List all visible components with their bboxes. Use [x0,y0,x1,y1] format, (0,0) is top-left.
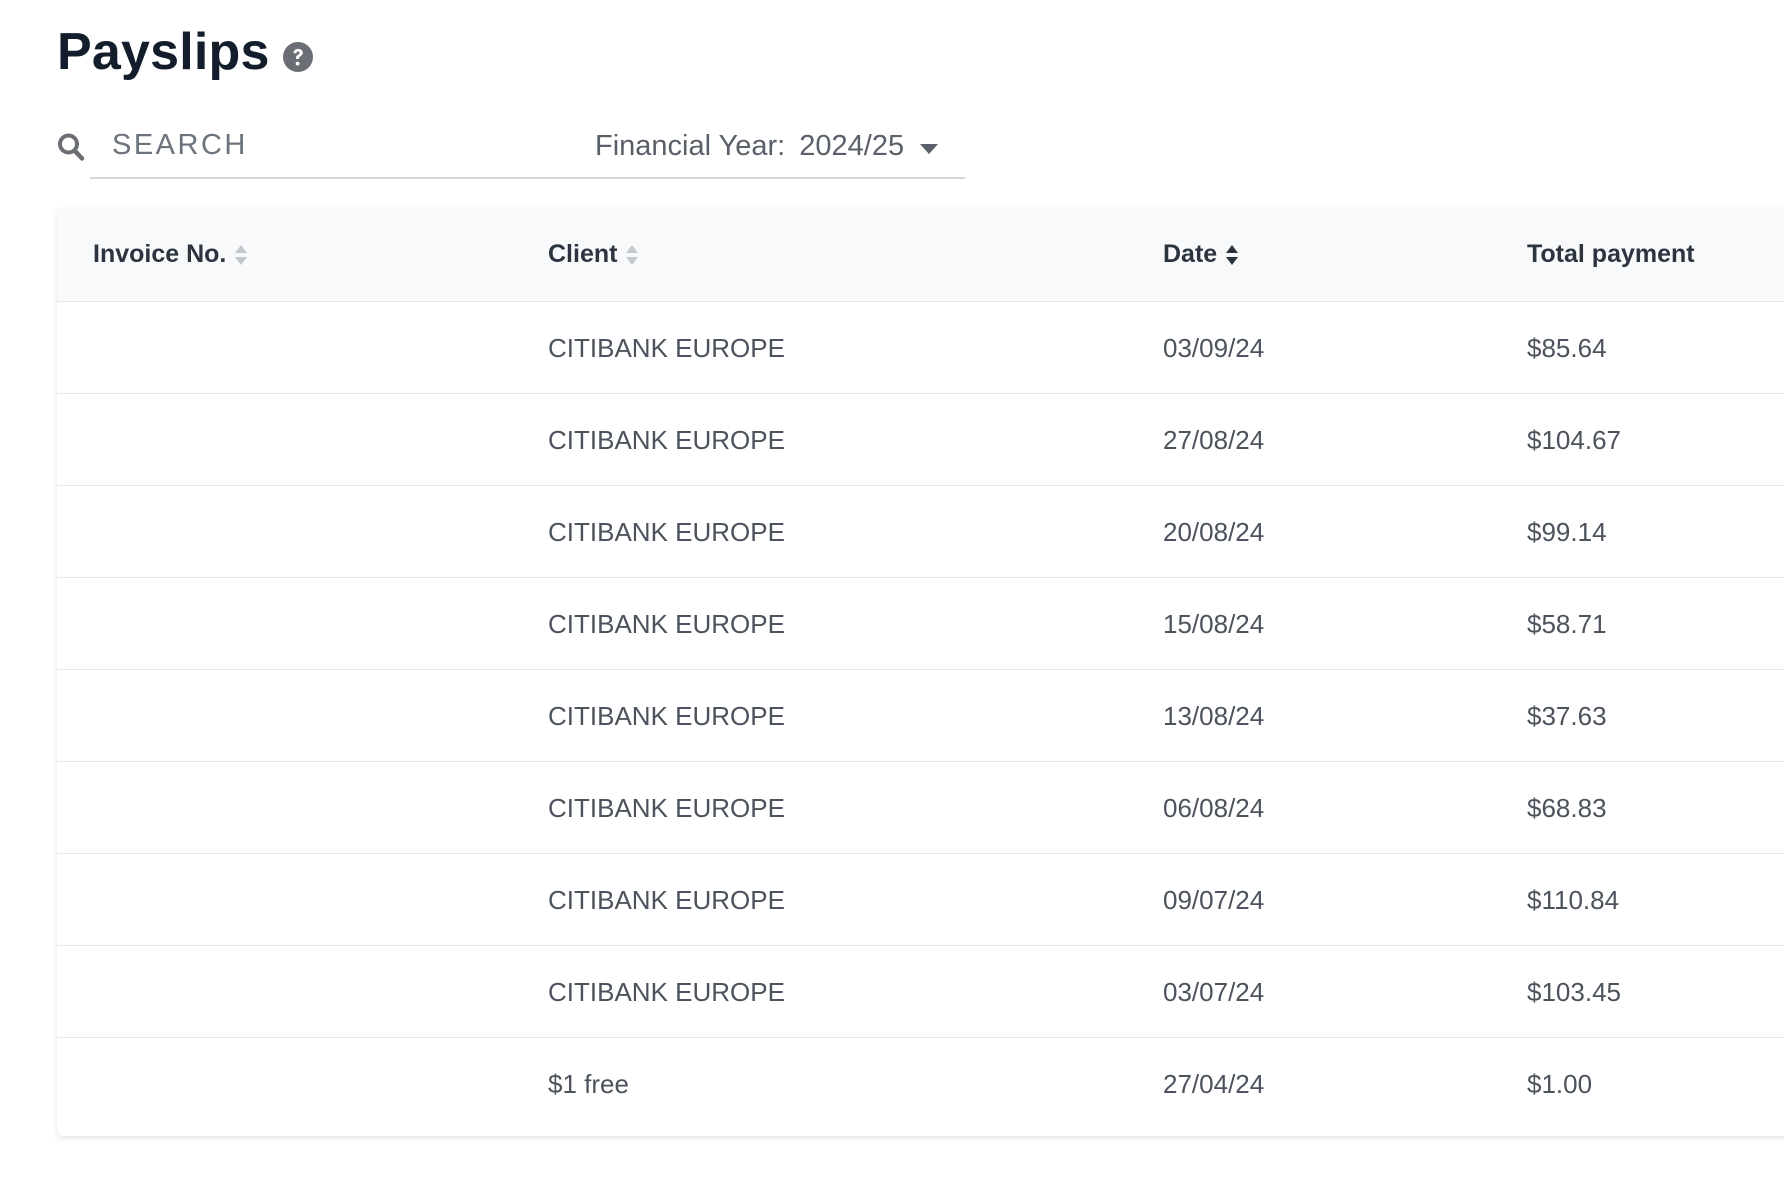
date-cell: 06/08/24 [1163,792,1265,823]
total-cell: $37.63 [1527,700,1607,731]
date-cell: 03/09/24 [1163,332,1265,363]
client-cell: $1 free [548,1068,629,1099]
financial-year-label: Financial Year: [595,129,786,162]
total-cell: $104.67 [1527,424,1621,455]
column-header-label: Total payment [1527,240,1695,268]
total-cell: $103.45 [1527,976,1621,1007]
table-row[interactable]: $1 free 27/04/24 $1.00 [57,1038,1784,1130]
table-header: Invoice No. Client Date Total payment [57,208,1784,302]
sort-icon [625,244,639,266]
date-cell: 03/07/24 [1163,976,1265,1007]
column-header-date[interactable]: Date [1163,208,1239,301]
date-cell: 15/08/24 [1163,608,1265,639]
client-cell: CITIBANK EUROPE [548,516,785,547]
chevron-down-icon [920,141,939,154]
client-cell: CITIBANK EUROPE [548,700,785,731]
column-header-label: Client [548,240,618,268]
search-field [90,115,610,179]
date-cell: 27/08/24 [1163,424,1265,455]
total-cell: $1.00 [1527,1068,1593,1099]
search-icon [57,131,85,163]
column-header-label: Date [1163,240,1218,268]
payslips-table: Invoice No. Client Date Total payment CI… [57,208,1784,1136]
date-cell: 27/04/24 [1163,1068,1265,1099]
table-row[interactable]: CITIBANK EUROPE 06/08/24 $68.83 [57,762,1784,854]
column-header-total: Total payment [1527,208,1695,301]
total-cell: $85.64 [1527,332,1607,363]
table-row[interactable]: CITIBANK EUROPE 13/08/24 $37.63 [57,670,1784,762]
toolbar: Financial Year: 2024/25 [57,115,977,181]
total-cell: $68.83 [1527,792,1607,823]
client-cell: CITIBANK EUROPE [548,332,785,363]
client-cell: CITIBANK EUROPE [548,884,785,915]
table-row[interactable]: CITIBANK EUROPE 03/07/24 $103.45 [57,946,1784,1038]
table-row[interactable]: CITIBANK EUROPE 27/08/24 $104.67 [57,394,1784,486]
title-row: Payslips [57,18,314,86]
search-input[interactable] [90,115,590,175]
date-cell: 09/07/24 [1163,884,1265,915]
table-row[interactable]: CITIBANK EUROPE 09/07/24 $110.84 [57,854,1784,946]
total-cell: $110.84 [1527,884,1620,915]
client-cell: CITIBANK EUROPE [548,792,785,823]
sort-icon [234,244,248,266]
table-row[interactable]: CITIBANK EUROPE 20/08/24 $99.14 [57,486,1784,578]
client-cell: CITIBANK EUROPE [548,608,785,639]
column-header-client[interactable]: Client [548,208,639,301]
financial-year-value: 2024/25 [799,129,905,162]
table-row[interactable]: CITIBANK EUROPE 15/08/24 $58.71 [57,578,1784,670]
payslips-page: Payslips Financial Year: 2024/25 [0,0,1784,1201]
column-header-invoice[interactable]: Invoice No. [93,208,248,301]
client-cell: CITIBANK EUROPE [548,424,785,455]
table-body: CITIBANK EUROPE 03/09/24 $85.64 CITIBANK… [57,302,1784,1130]
date-cell: 13/08/24 [1163,700,1265,731]
financial-year-select[interactable]: Financial Year: 2024/25 [581,115,965,179]
date-cell: 20/08/24 [1163,516,1265,547]
total-cell: $58.71 [1527,608,1607,639]
table-row[interactable]: CITIBANK EUROPE 03/09/24 $85.64 [57,302,1784,394]
sort-desc-icon [1225,244,1239,266]
client-cell: CITIBANK EUROPE [548,976,785,1007]
page-title: Payslips [57,23,270,81]
column-header-label: Invoice No. [93,240,227,268]
question-circle-icon[interactable] [282,41,314,73]
total-cell: $99.14 [1527,516,1607,547]
